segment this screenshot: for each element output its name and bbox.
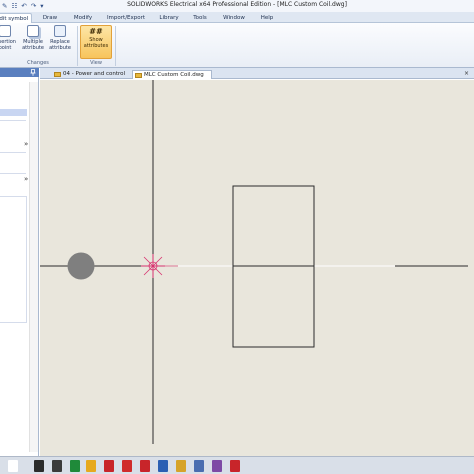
- insertion-point-label: Insertion point: [0, 39, 16, 51]
- paint-icon[interactable]: [194, 460, 204, 472]
- ucs-marker-icon: [141, 254, 178, 278]
- drawing-icon: [54, 72, 61, 77]
- taskbar: [0, 456, 474, 474]
- tab-modify[interactable]: Modify: [68, 13, 98, 23]
- doc-tab-mlc-custom-coil[interactable]: MLC Custom Coil.dwg: [132, 70, 212, 79]
- replace-attribute-icon: [54, 25, 66, 37]
- divider: [0, 152, 26, 153]
- drawing-svg: [40, 80, 474, 444]
- view-group-label: View: [90, 60, 102, 66]
- pin-icon[interactable]: [30, 69, 36, 76]
- tab-help[interactable]: Help: [255, 13, 279, 23]
- replace-attribute-label: Replace attribute: [49, 39, 71, 51]
- word-icon[interactable]: [158, 460, 168, 472]
- title-bar: ✎ ☷ ↶ ↷ ▾ SOLIDWORKS Electrical x64 Prof…: [0, 0, 474, 12]
- multiple-attribute-icon: [27, 25, 39, 37]
- show-attributes-label: Show attributes: [83, 37, 109, 49]
- acrobat-icon[interactable]: [104, 460, 114, 472]
- media-icon[interactable]: [52, 460, 62, 472]
- close-document-icon[interactable]: ×: [464, 70, 469, 77]
- tab-library[interactable]: Library: [154, 13, 184, 23]
- excel-icon[interactable]: [70, 460, 80, 472]
- divider: [0, 120, 26, 121]
- show-attributes-icon: ##: [89, 27, 103, 36]
- doc-tab-label: 04 - Power and control: [63, 71, 126, 77]
- drawing-icon: [135, 73, 142, 78]
- show-attributes-button[interactable]: ## Show attributes: [80, 25, 112, 59]
- collapse-chevron-icon[interactable]: »: [24, 175, 28, 183]
- insertion-point-button[interactable]: Insertion point: [0, 25, 18, 59]
- replace-attribute-button[interactable]: Replace attribute: [46, 25, 74, 59]
- folder-icon[interactable]: [34, 460, 44, 472]
- electrical-icon[interactable]: [176, 460, 186, 472]
- group-separator: [115, 26, 116, 66]
- pdf-icon[interactable]: [122, 460, 132, 472]
- left-panel: » »: [0, 68, 39, 456]
- start-icon[interactable]: [8, 460, 18, 472]
- panel-header: [0, 68, 39, 77]
- changes-group-label: Changes: [27, 60, 49, 66]
- collapse-chevron-icon[interactable]: »: [24, 140, 28, 148]
- window-title: SOLIDWORKS Electrical x64 Professional E…: [127, 1, 347, 8]
- multiple-attribute-label: Multiple attribute: [22, 39, 44, 51]
- canvas-scrollbar[interactable]: [468, 80, 474, 456]
- doc-tab-label: MLC Custom Coil.dwg: [144, 72, 204, 78]
- tab-draw[interactable]: Draw: [38, 13, 62, 23]
- doc-tab-power-and-control[interactable]: 04 - Power and control ×: [52, 70, 142, 79]
- drawing-canvas[interactable]: [40, 80, 474, 456]
- tab-tools[interactable]: Tools: [188, 13, 212, 23]
- tab-edit-symbol[interactable]: Edit symbol: [0, 13, 32, 23]
- ribbon-tabs: Edit symbol Draw Modify Import/Export Li…: [0, 12, 474, 23]
- panel-scrollbar[interactable]: [29, 82, 38, 452]
- properties-list[interactable]: [0, 196, 27, 323]
- document-tabs: 04 - Power and control × MLC Custom Coil…: [40, 68, 474, 79]
- ribbon: Insertion point Multiple attribute Repla…: [0, 23, 474, 68]
- selected-tree-item[interactable]: [0, 109, 27, 116]
- app-icon[interactable]: [212, 460, 222, 472]
- multiple-attribute-button[interactable]: Multiple attribute: [20, 25, 46, 59]
- vlc-icon[interactable]: [86, 460, 96, 472]
- tab-import-export[interactable]: Import/Export: [104, 13, 148, 23]
- insertion-dot[interactable]: [67, 252, 95, 280]
- divider: [0, 173, 26, 174]
- insertion-point-icon: [0, 25, 11, 37]
- app-icon[interactable]: [230, 460, 240, 472]
- tab-window[interactable]: Window: [219, 13, 249, 23]
- solidworks-icon[interactable]: [140, 460, 150, 472]
